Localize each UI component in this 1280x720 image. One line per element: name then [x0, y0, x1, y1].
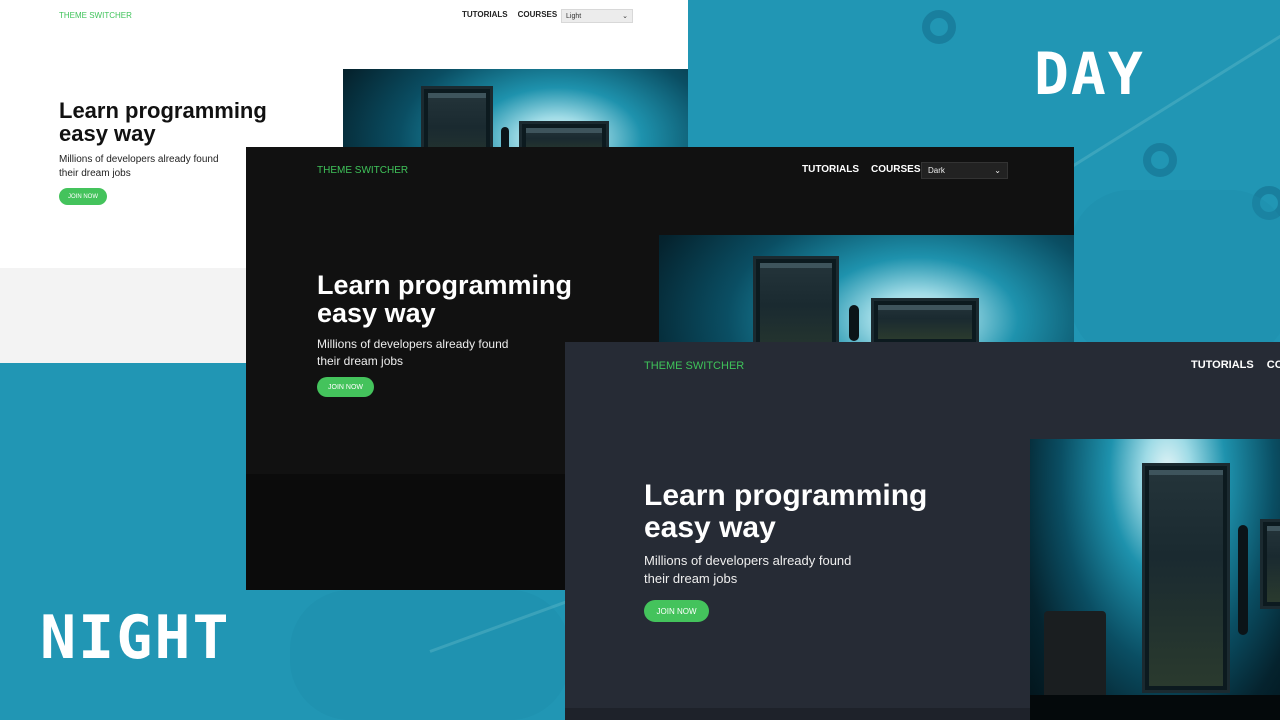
hero-subtitle: Millions of developers already found the…: [59, 154, 219, 179]
decorative-ring: [1143, 143, 1177, 177]
decorative-shape: [1070, 190, 1280, 360]
decorative-ring: [922, 10, 956, 44]
theme-select-value: Dark: [928, 166, 945, 175]
monitor-stand: [849, 305, 859, 341]
slate-theme-preview: THEME SWITCHER TUTORIALS COU Learn progr…: [565, 342, 1280, 720]
hero-subtitle: Millions of developers already found the…: [317, 337, 509, 368]
night-label: NIGHT: [40, 603, 231, 673]
monitor-graphic: [1260, 519, 1280, 609]
chevron-down-icon: ⌄: [622, 13, 628, 20]
theme-select-value: Light: [566, 12, 582, 20]
hero-image: [1030, 439, 1280, 720]
decorative-ring: [1252, 186, 1280, 220]
nav-tutorials-link[interactable]: TUTORIALS: [1191, 359, 1254, 371]
brand-logo[interactable]: THEME SWITCHER: [317, 165, 408, 176]
nav-courses-link[interactable]: COURSES: [871, 164, 920, 175]
monitor-stand: [1238, 525, 1248, 635]
hero-title: Learn programming easy way: [59, 98, 267, 147]
speaker-graphic: [1044, 611, 1106, 706]
nav-tutorials-link[interactable]: TUTORIALS: [462, 10, 508, 19]
desk-graphic: [1030, 695, 1280, 720]
hero-subtitle: Millions of developers already found the…: [644, 553, 852, 587]
nav-tutorials-link[interactable]: TUTORIALS: [802, 164, 859, 175]
decorative-shape: [290, 590, 570, 720]
nav-links: TUTORIALS COU: [1191, 359, 1280, 371]
monitor-graphic: [1142, 463, 1230, 693]
nav-courses-link[interactable]: COURSES: [518, 10, 558, 19]
theme-select[interactable]: Light ⌄: [561, 9, 633, 23]
join-now-button[interactable]: JOIN NOW: [644, 600, 709, 622]
theme-select[interactable]: Dark ⌄: [921, 162, 1008, 179]
hero-title: Learn programming easy way: [317, 270, 573, 329]
monitor-graphic: [871, 298, 979, 346]
chevron-down-icon: ⌄: [994, 166, 1001, 175]
nav-links: TUTORIALS COURSES: [462, 10, 557, 19]
nav-links: TUTORIALS COURSES: [802, 164, 921, 175]
join-now-button[interactable]: JOIN NOW: [59, 188, 107, 205]
brand-logo[interactable]: THEME SWITCHER: [59, 11, 132, 20]
day-label: DAY: [1034, 40, 1145, 108]
join-now-button[interactable]: JOIN NOW: [317, 377, 374, 397]
brand-logo[interactable]: THEME SWITCHER: [644, 360, 744, 372]
nav-courses-link[interactable]: COU: [1267, 359, 1280, 371]
hero-title: Learn programming easy way: [644, 479, 928, 544]
